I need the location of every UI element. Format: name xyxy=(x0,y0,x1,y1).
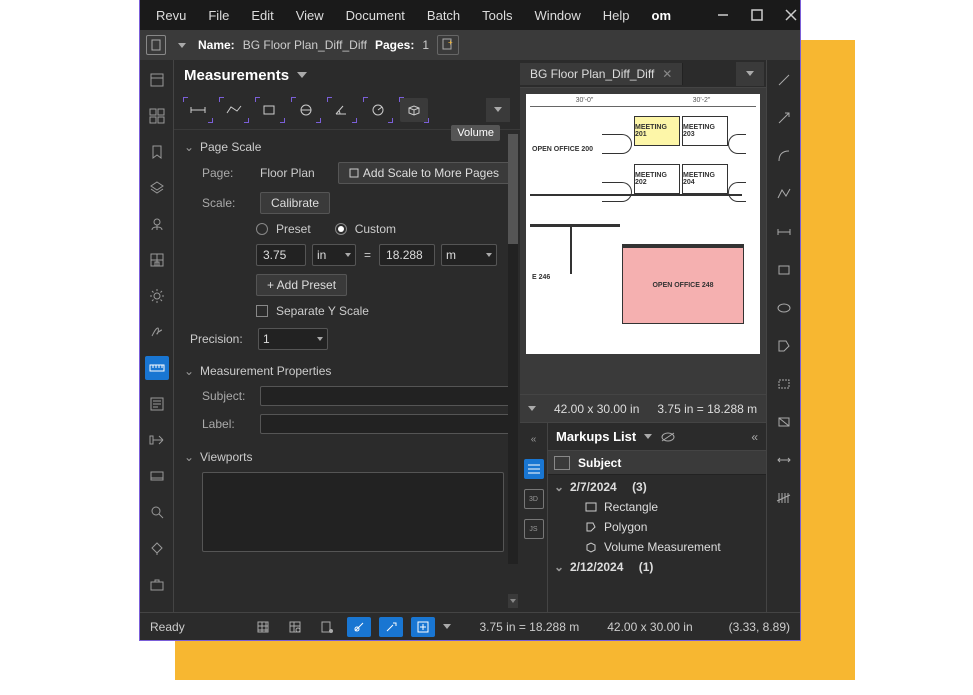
app-window: Revu File Edit View Document Batch Tools… xyxy=(140,0,800,640)
right-rail xyxy=(766,60,800,612)
count-tool-icon[interactable] xyxy=(772,486,796,510)
